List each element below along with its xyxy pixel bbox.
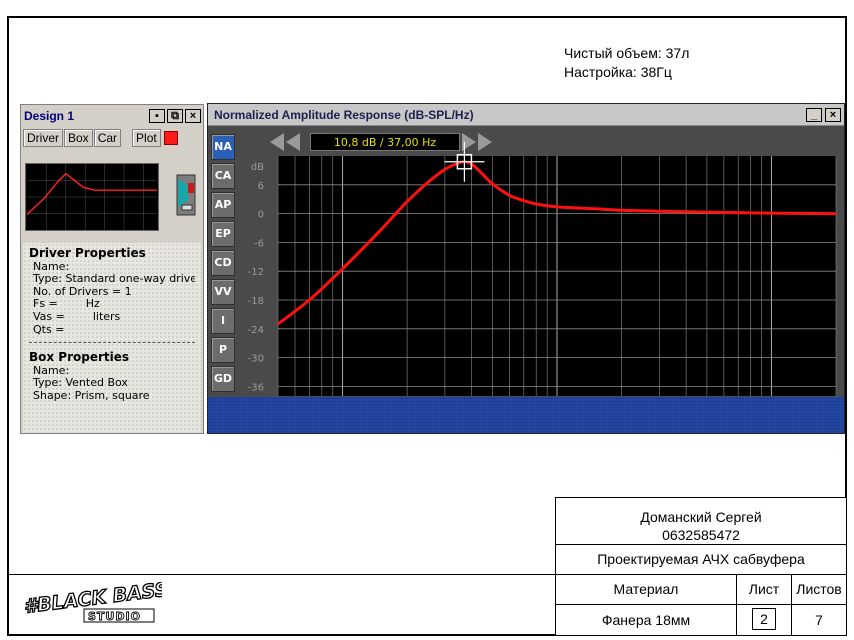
- sheet-number: 2: [752, 608, 776, 630]
- material-label-cell: Материал: [555, 574, 737, 605]
- sheets-total-cell: 7: [791, 604, 847, 636]
- sheets-total: 7: [815, 612, 823, 628]
- design-title: Design 1: [24, 109, 75, 123]
- sheet-notes: Чистый объем: 37л Настройка: 38Гц: [564, 44, 689, 82]
- frame-divider: [7, 574, 555, 575]
- net-volume-note: Чистый объем: 37л: [564, 45, 690, 61]
- speaker-icon[interactable]: [175, 173, 197, 217]
- save-icon[interactable]: ▪: [149, 109, 165, 123]
- plot-button[interactable]: Plot: [132, 129, 161, 147]
- box-prop-line: Type: Vented Box: [33, 377, 128, 390]
- design-panel: Design 1 ▪ ⧉ × Driver Box Car Plot Drive…: [20, 104, 204, 434]
- material-value-cell: Фанера 18мм: [555, 604, 737, 636]
- sheet-label: Лист: [748, 581, 780, 597]
- sheet-label-cell: Лист: [736, 574, 792, 605]
- logo-sub-text: STUDIO: [88, 610, 141, 623]
- design-titlebar[interactable]: Design 1 ▪ ⧉ ×: [21, 105, 203, 127]
- tab-driver[interactable]: Driver: [23, 129, 63, 147]
- box-prop-line: Shape: Prism, square: [33, 389, 150, 402]
- plot-color-swatch[interactable]: [163, 131, 178, 145]
- tab-box[interactable]: Box: [64, 129, 93, 147]
- document-title-cell: Проектируемая АЧХ сабвуфера: [555, 544, 847, 575]
- properties-divider: [29, 342, 195, 344]
- response-window: Normalized Amplitude Response (dB-SPL/Hz…: [207, 103, 845, 434]
- driver-prop-line: Type: Standard one-way driver: [33, 273, 195, 286]
- y-axis-label: dB: [251, 162, 264, 173]
- mini-response-thumbnail[interactable]: [25, 163, 159, 231]
- driver-prop-line: Qts =: [33, 323, 65, 336]
- response-chart[interactable]: 60-6-12-18-24-30-36dB5 Hz105010050010002…: [208, 104, 846, 435]
- sheets-label: Листов: [796, 581, 842, 597]
- driver-prop-line: Fs = Hz: [33, 298, 100, 311]
- y-tick-label: 6: [258, 181, 264, 192]
- black-bass-studio-logo: #BLACK BASS STUDIO: [22, 582, 162, 623]
- sheets-label-cell: Листов: [791, 574, 847, 605]
- box-properties-heading: Box Properties: [29, 350, 130, 365]
- driver-prop-line: Vas = liters: [33, 310, 121, 323]
- material-label: Материал: [613, 581, 679, 597]
- tab-car[interactable]: Car: [93, 129, 122, 147]
- y-tick-label: 0: [258, 210, 264, 221]
- box-prop-line: Name:: [33, 364, 70, 377]
- y-tick-label: -18: [248, 296, 264, 307]
- y-tick-label: -24: [248, 325, 264, 336]
- driver-prop-line: Name:: [33, 260, 70, 273]
- author-phone: 0632585472: [662, 527, 740, 543]
- y-tick-label: -30: [248, 354, 264, 365]
- y-tick-label: -6: [254, 238, 264, 249]
- design-tabs: Driver Box Car Plot: [21, 127, 203, 149]
- driver-properties-heading: Driver Properties: [29, 246, 146, 260]
- author-cell: Доманский Сергей 0632585472: [555, 497, 847, 545]
- status-background: [208, 397, 844, 433]
- material-value: Фанера 18мм: [601, 612, 691, 628]
- document-title: Проектируемая АЧХ сабвуфера: [597, 551, 805, 567]
- author-name: Доманский Сергей: [640, 509, 762, 525]
- y-tick-label: -12: [248, 267, 264, 278]
- tuning-note: Настройка: 38Гц: [564, 64, 672, 80]
- properties-list: Driver Properties Name: Type: Standard o…: [23, 243, 201, 433]
- driver-prop-line: No. of Drivers = 1: [33, 285, 132, 298]
- copy-icon[interactable]: ⧉: [167, 109, 183, 123]
- y-tick-label: -36: [248, 382, 264, 393]
- close-icon[interactable]: ×: [185, 109, 201, 123]
